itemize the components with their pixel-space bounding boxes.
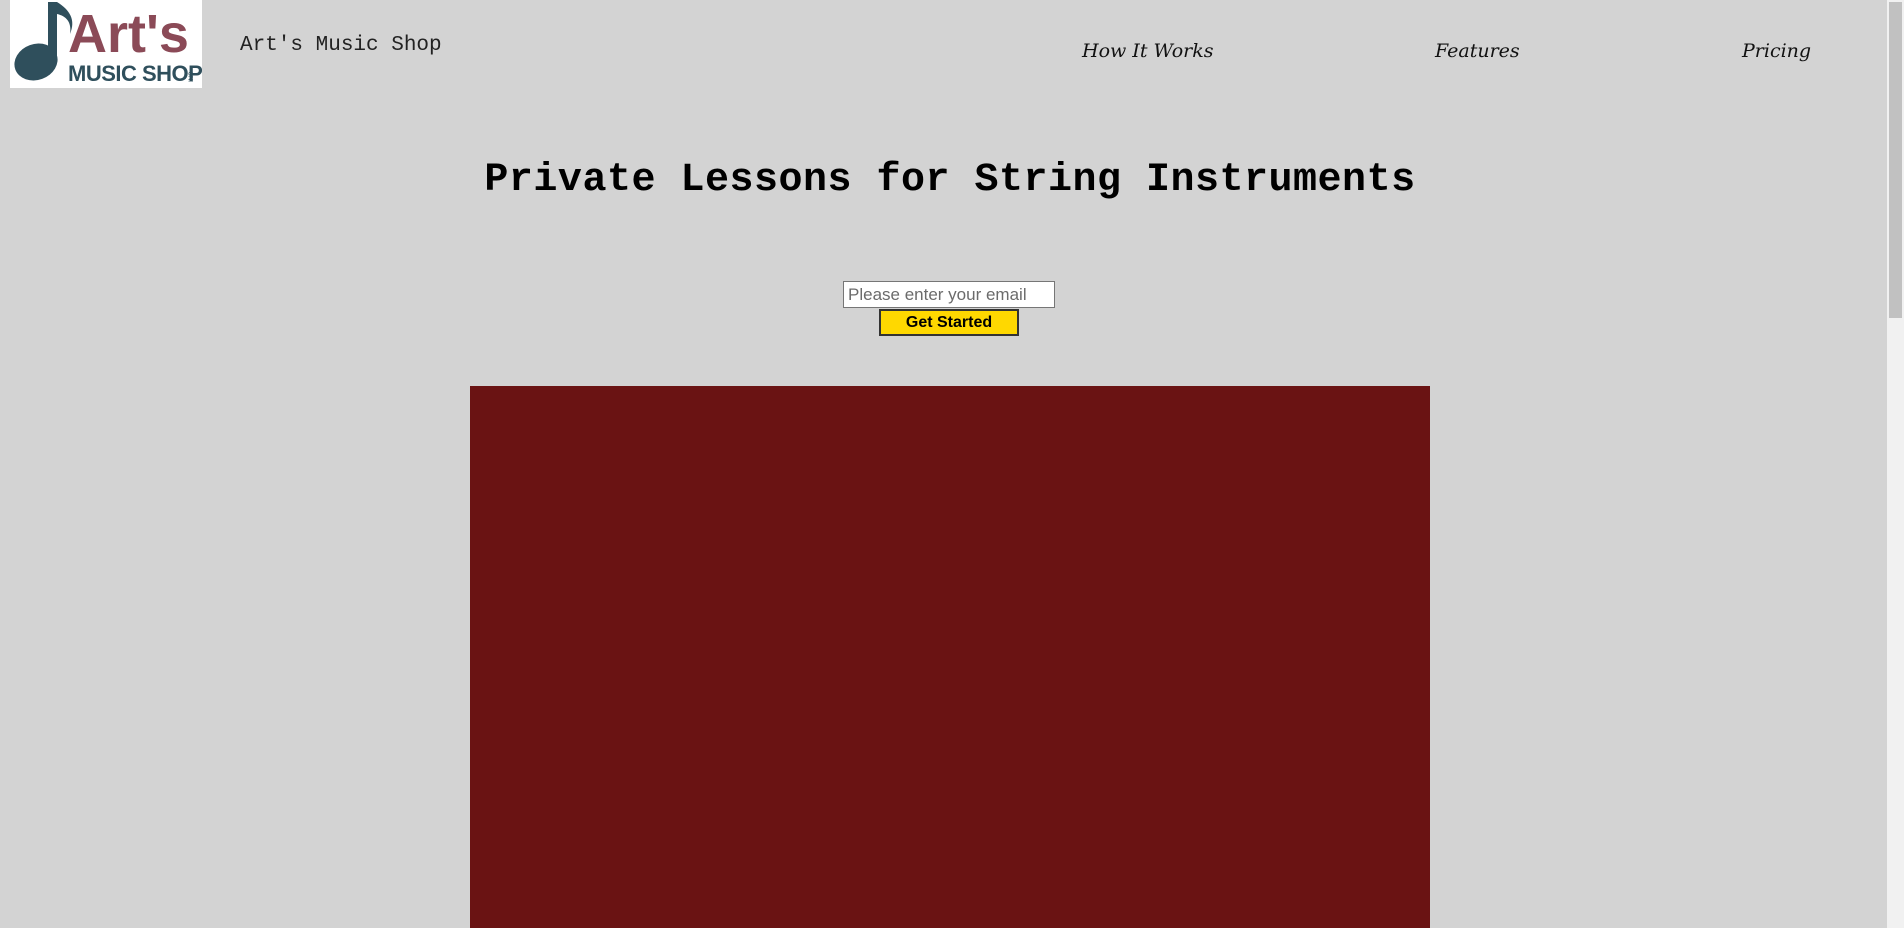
email-field[interactable] [843,281,1055,308]
logo[interactable]: Art's MUSIC SHOP INC [10,0,202,88]
logo-text-small: INC [189,71,195,82]
site-header: Art's MUSIC SHOP INC Art's Music Shop Ho… [0,0,1904,100]
nav-link-features[interactable]: Features [1435,40,1520,62]
get-started-button[interactable]: Get Started [879,309,1019,336]
scrollbar[interactable] [1887,0,1904,928]
logo-text-top: Art's [68,4,189,64]
logo-text-bottom: MUSIC SHOP [68,61,202,86]
nav-link-pricing[interactable]: Pricing [1742,40,1811,62]
video-player[interactable] [470,386,1430,928]
page-title: Private Lessons for String Instruments [484,158,1416,203]
brand-name: Art's Music Shop [240,34,442,57]
music-note-icon: Art's MUSIC SHOP INC [10,0,202,88]
nav-link-how-it-works[interactable]: How It Works [1082,40,1214,62]
scrollbar-thumb[interactable] [1889,2,1902,318]
